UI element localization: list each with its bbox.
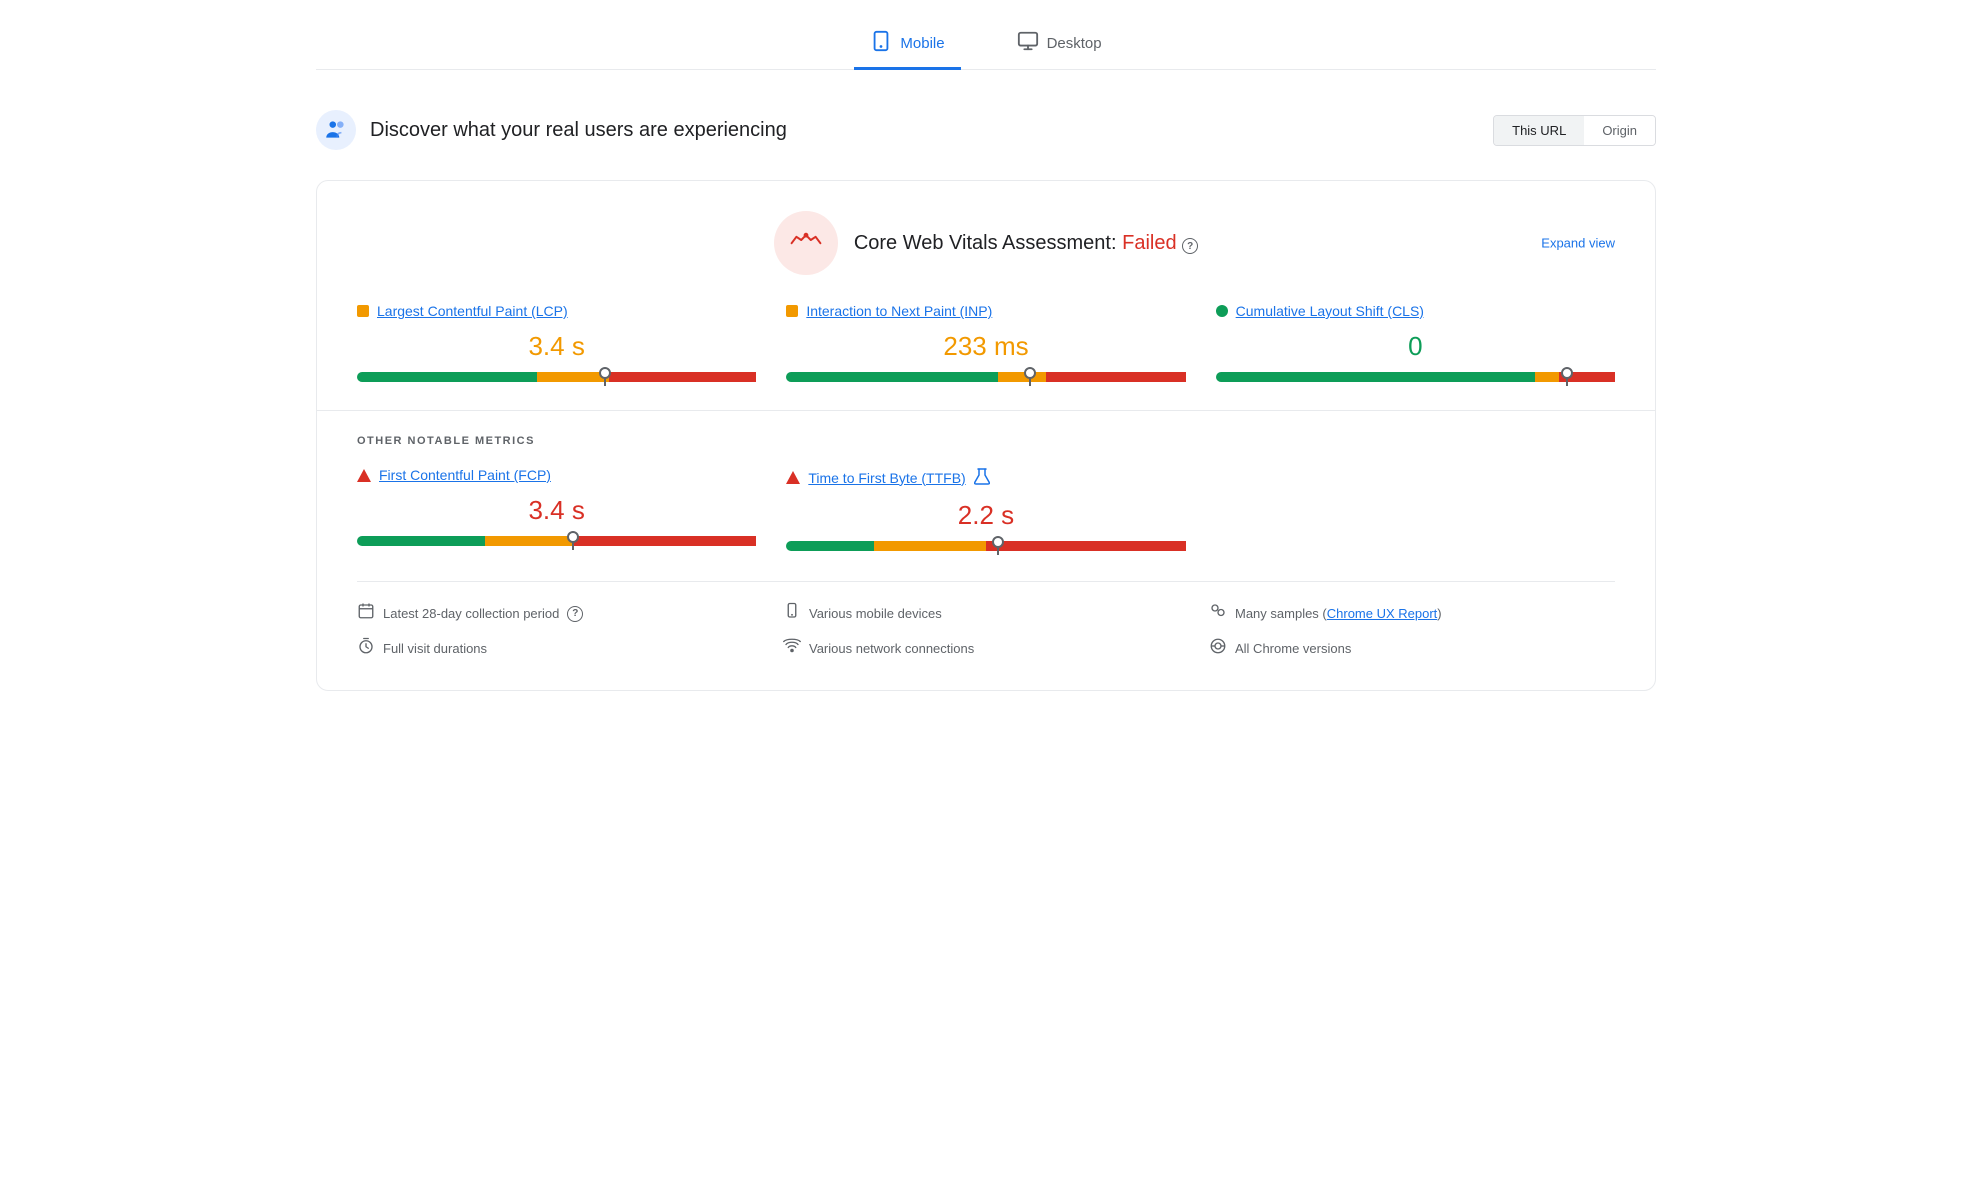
footer-samples: Many samples (Chrome UX Report) (1209, 602, 1615, 625)
metric-cls-value: 0 (1216, 331, 1615, 362)
header-avatar (316, 110, 356, 150)
header-section: Discover what your real users are experi… (316, 100, 1656, 160)
lcp-bar-marker (604, 368, 606, 386)
other-metrics-title: OTHER NOTABLE METRICS (357, 435, 1615, 447)
inp-bar-green (786, 372, 998, 382)
chrome-icon (1209, 637, 1227, 660)
cwv-header: Core Web Vitals Assessment: Failed ? Exp… (357, 211, 1615, 275)
metric-fcp: First Contentful Paint (FCP) 3.4 s (357, 467, 756, 551)
cwv-status: Failed (1122, 232, 1176, 254)
network-icon (783, 637, 801, 660)
fcp-bar-marker (572, 532, 574, 550)
cls-dot (1216, 305, 1228, 317)
metrics-grid: Largest Contentful Paint (LCP) 3.4 s Int… (357, 303, 1615, 382)
footer-network-text: Various network connections (809, 641, 974, 656)
origin-button[interactable]: Origin (1584, 116, 1655, 145)
metric-fcp-label[interactable]: First Contentful Paint (FCP) (357, 467, 756, 483)
fcp-bar-green (357, 536, 485, 546)
other-metrics-empty (1216, 467, 1615, 551)
fcp-bar-red (573, 536, 757, 546)
metric-ttfb: Time to First Byte (TTFB) 2.2 s (786, 467, 1185, 551)
cwv-icon-wrap (774, 211, 838, 275)
main-card: Core Web Vitals Assessment: Failed ? Exp… (316, 180, 1656, 691)
tab-mobile[interactable]: Mobile (854, 20, 960, 70)
footer-visit-text: Full visit durations (383, 641, 487, 656)
footer-visit-duration: Full visit durations (357, 637, 763, 660)
header-left: Discover what your real users are experi… (316, 110, 787, 150)
metric-inp-value: 233 ms (786, 331, 1185, 362)
footer-chrome: All Chrome versions (1209, 637, 1615, 660)
fcp-triangle-icon (357, 469, 371, 482)
footer-chrome-text: All Chrome versions (1235, 641, 1351, 656)
tab-bar: Mobile Desktop (316, 20, 1656, 70)
users-icon (323, 117, 349, 143)
metric-lcp: Largest Contentful Paint (LCP) 3.4 s (357, 303, 756, 382)
desktop-icon (1017, 30, 1039, 57)
lcp-dot (357, 305, 369, 317)
lcp-bar-red (609, 372, 757, 382)
chrome-ux-report-link[interactable]: Chrome UX Report (1327, 606, 1438, 621)
ttfb-flask-icon (974, 467, 990, 488)
ttfb-bar-marker (997, 537, 999, 555)
ttfb-bar-green (786, 541, 874, 551)
samples-icon (1209, 602, 1227, 625)
cwv-title: Core Web Vitals Assessment: Failed ? (854, 232, 1198, 255)
ttfb-bar (786, 541, 1185, 551)
cls-bar (1216, 372, 1615, 382)
footer-collection-text: Latest 28-day collection period (383, 606, 559, 621)
inp-bar-red (1046, 372, 1186, 382)
inp-dot (786, 305, 798, 317)
this-url-button[interactable]: This URL (1494, 116, 1584, 145)
metric-ttfb-value: 2.2 s (786, 500, 1185, 531)
tab-desktop[interactable]: Desktop (1001, 20, 1118, 70)
calendar-icon (357, 602, 375, 625)
inp-bar (786, 372, 1185, 382)
footer-samples-text: Many samples (Chrome UX Report) (1235, 606, 1442, 621)
tab-desktop-label: Desktop (1047, 35, 1102, 52)
metrics-divider (317, 410, 1655, 411)
other-metrics-grid: First Contentful Paint (FCP) 3.4 s Time … (357, 467, 1615, 551)
metric-ttfb-label[interactable]: Time to First Byte (TTFB) (786, 467, 1185, 488)
collection-help-icon[interactable]: ? (567, 606, 583, 622)
cwv-help-icon[interactable]: ? (1182, 238, 1198, 254)
footer-network: Various network connections (783, 637, 1189, 660)
cls-bar-green (1216, 372, 1535, 382)
mobile-icon (870, 30, 892, 57)
metric-lcp-value: 3.4 s (357, 331, 756, 362)
metric-cls-label[interactable]: Cumulative Layout Shift (CLS) (1216, 303, 1615, 319)
cwv-failed-icon (790, 230, 822, 256)
url-origin-toggle: This URL Origin (1493, 115, 1656, 146)
inp-bar-marker (1029, 368, 1031, 386)
metric-inp: Interaction to Next Paint (INP) 233 ms (786, 303, 1185, 382)
expand-view-link[interactable]: Expand view (1541, 236, 1615, 251)
ttfb-bar-red (986, 541, 1186, 551)
metric-lcp-label[interactable]: Largest Contentful Paint (LCP) (357, 303, 756, 319)
ttfb-triangle-icon (786, 471, 800, 484)
inp-bar-orange (998, 372, 1046, 382)
tab-mobile-label: Mobile (900, 35, 944, 52)
cls-bar-marker (1566, 368, 1568, 386)
metric-cls: Cumulative Layout Shift (CLS) 0 (1216, 303, 1615, 382)
timer-icon (357, 637, 375, 660)
fcp-bar-orange (485, 536, 573, 546)
footer-collection-period: Latest 28-day collection period ? (357, 602, 763, 625)
footer-section: Latest 28-day collection period ? Variou… (357, 581, 1615, 660)
metric-fcp-value: 3.4 s (357, 495, 756, 526)
footer-devices: Various mobile devices (783, 602, 1189, 625)
fcp-bar (357, 536, 756, 546)
ttfb-bar-orange (874, 541, 986, 551)
mobile-device-icon (783, 602, 801, 625)
metric-inp-label[interactable]: Interaction to Next Paint (INP) (786, 303, 1185, 319)
lcp-bar-green (357, 372, 537, 382)
cls-bar-orange (1535, 372, 1559, 382)
footer-devices-text: Various mobile devices (809, 606, 942, 621)
page-title: Discover what your real users are experi… (370, 119, 787, 142)
lcp-bar (357, 372, 756, 382)
